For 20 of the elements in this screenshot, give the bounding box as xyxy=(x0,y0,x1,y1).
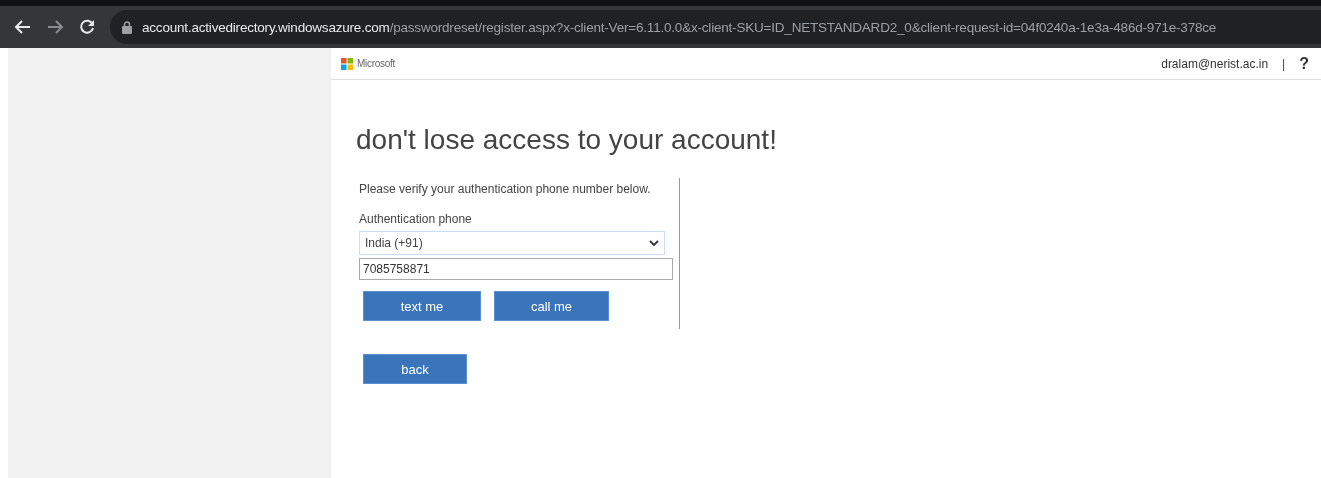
reload-icon[interactable] xyxy=(78,18,96,36)
user-email: dralam@nerist.ac.in xyxy=(1161,56,1269,71)
brand-name: Microsoft xyxy=(357,58,395,69)
forward-icon[interactable] xyxy=(46,18,64,36)
action-button[interactable]: text me xyxy=(363,291,481,321)
help-link[interactable]: ? xyxy=(1299,54,1309,73)
chevron-icon xyxy=(649,239,659,247)
address-bar[interactable]: account.activedirectory.windowsazure.com/passwordreset/register.aspx?x-client-Ver=6.11.0.0&x-client-SKU=ID_NETSTANDARD2_0&client-request-id=04f0240a-1e3a-486d-971e-378ce xyxy=(110,10,1321,44)
separator: | xyxy=(1282,56,1286,71)
url-text: account.activedirectory.windowsazure.com/passwordreset/register.aspx?x-client-Ver=6.11.0.0&x-client-SKU=ID_NETSTANDARD2_0&client-request-id=04f0240a-1e3a-486d-971e-378ce xyxy=(142,19,1217,35)
logo-icon xyxy=(341,57,353,70)
instruction-text: Please verify your authentication phone number below. xyxy=(359,181,652,196)
action-button[interactable]: call me xyxy=(494,291,609,321)
page-title: don't lose access to your account! xyxy=(356,124,778,156)
back-icon[interactable] xyxy=(14,18,32,36)
country-select[interactable]: India (+91) xyxy=(359,231,665,255)
field-label: Authentication phone xyxy=(359,211,473,226)
back-button[interactable]: back xyxy=(363,354,467,384)
phone-field[interactable]: 7085758871 xyxy=(359,258,673,280)
lock-icon xyxy=(122,20,132,34)
